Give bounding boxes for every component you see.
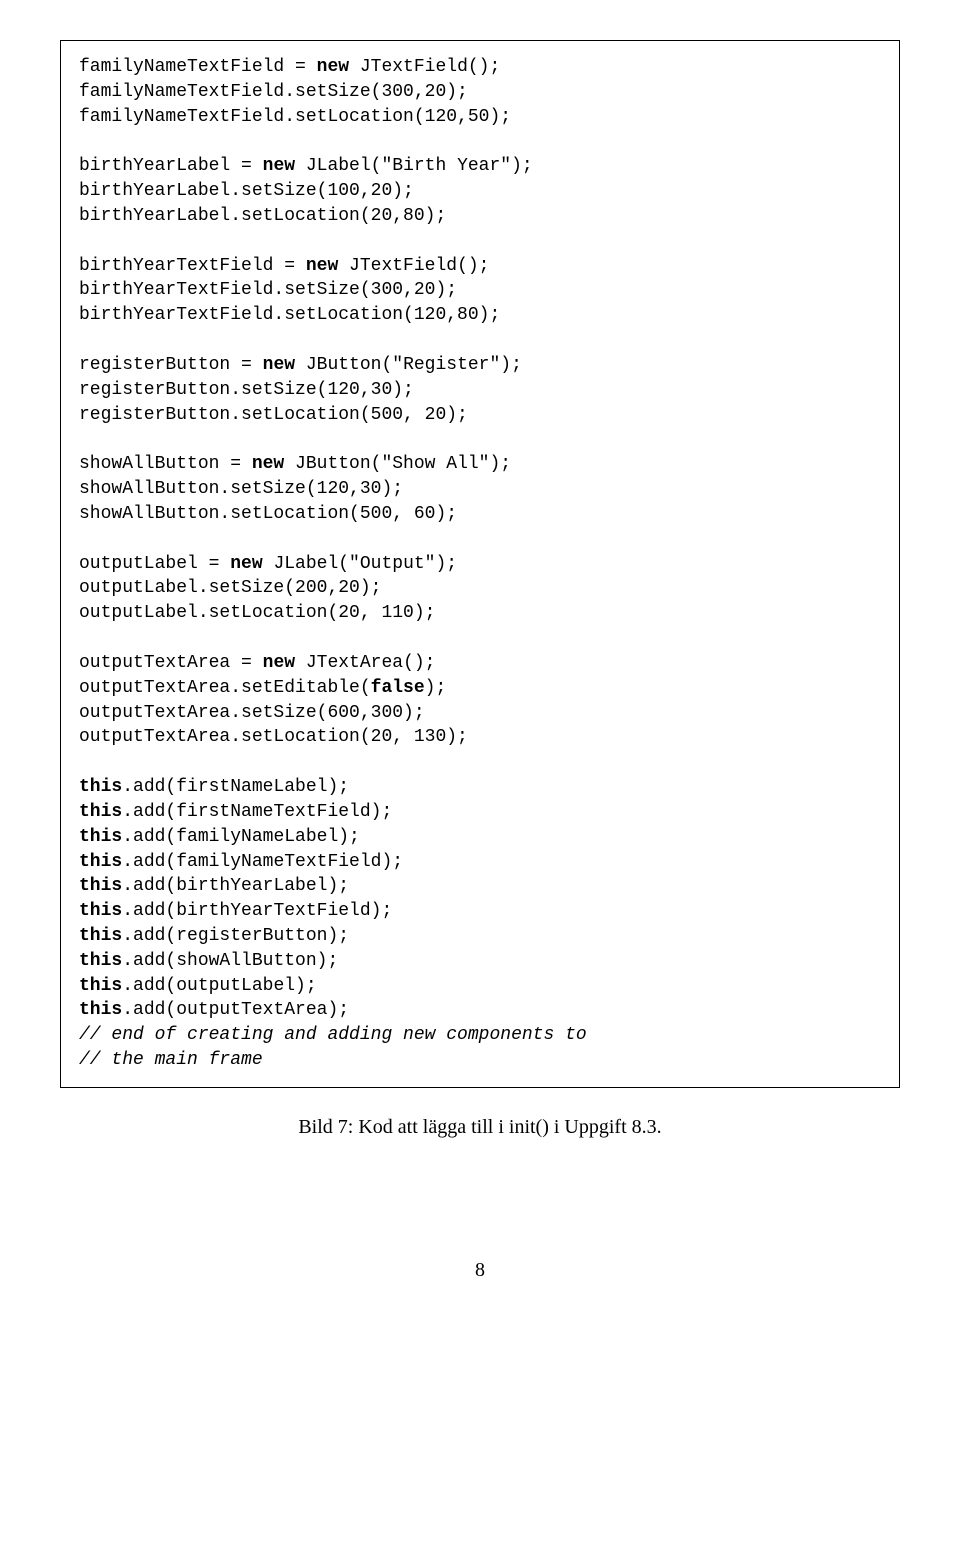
keyword-this: this — [79, 1000, 122, 1020]
figure-caption: Bild 7: Kod att lägga till i init() i Up… — [60, 1116, 900, 1139]
code-line: ); — [425, 678, 447, 698]
code-line: .add(familyNameTextField); — [122, 852, 403, 872]
code-line: showAllButton.setSize(120,30); — [79, 479, 403, 499]
keyword-this: this — [79, 901, 122, 921]
code-line: .add(registerButton); — [122, 926, 349, 946]
code-line: JTextField(); — [349, 57, 500, 77]
code-comment: // the main frame — [79, 1050, 263, 1070]
code-line: .add(outputLabel); — [122, 976, 316, 996]
code-line: familyNameTextField.setSize(300,20); — [79, 82, 468, 102]
code-line: registerButton = — [79, 355, 263, 375]
keyword-new: new — [263, 653, 295, 673]
code-line: JTextArea(); — [295, 653, 435, 673]
keyword-this: this — [79, 951, 122, 971]
code-line: birthYearTextField.setSize(300,20); — [79, 280, 457, 300]
keyword-new: new — [263, 156, 295, 176]
code-line: birthYearLabel.setSize(100,20); — [79, 181, 414, 201]
keyword-new: new — [306, 256, 338, 276]
code-listing: familyNameTextField = new JTextField(); … — [60, 40, 900, 1088]
code-line: .add(firstNameLabel); — [122, 777, 349, 797]
code-line: .add(birthYearLabel); — [122, 876, 349, 896]
keyword-this: this — [79, 876, 122, 896]
code-line: JLabel("Birth Year"); — [295, 156, 533, 176]
code-line: birthYearTextField.setLocation(120,80); — [79, 305, 500, 325]
code-line: outputLabel.setLocation(20, 110); — [79, 603, 435, 623]
code-line: showAllButton.setLocation(500, 60); — [79, 504, 457, 524]
keyword-this: this — [79, 802, 122, 822]
code-line: familyNameTextField.setLocation(120,50); — [79, 107, 511, 127]
code-line: familyNameTextField = — [79, 57, 317, 77]
keyword-new: new — [252, 454, 284, 474]
code-line: JButton("Show All"); — [284, 454, 511, 474]
keyword-new: new — [317, 57, 349, 77]
code-line: outputLabel.setSize(200,20); — [79, 578, 381, 598]
code-line: .add(firstNameTextField); — [122, 802, 392, 822]
code-line: registerButton.setLocation(500, 20); — [79, 405, 468, 425]
code-line: outputLabel = — [79, 554, 230, 574]
code-line: outputTextArea.setSize(600,300); — [79, 703, 425, 723]
code-line: birthYearTextField = — [79, 256, 306, 276]
code-line: birthYearLabel.setLocation(20,80); — [79, 206, 446, 226]
code-line: outputTextArea.setLocation(20, 130); — [79, 727, 468, 747]
keyword-this: this — [79, 827, 122, 847]
code-line: registerButton.setSize(120,30); — [79, 380, 414, 400]
keyword-this: this — [79, 926, 122, 946]
code-line: outputTextArea.setEditable( — [79, 678, 371, 698]
code-comment: // end of creating and adding new compon… — [79, 1025, 587, 1045]
keyword-new: new — [230, 554, 262, 574]
code-line: JTextField(); — [338, 256, 489, 276]
code-line: birthYearLabel = — [79, 156, 263, 176]
code-line: .add(outputTextArea); — [122, 1000, 349, 1020]
keyword-this: this — [79, 976, 122, 996]
code-line: .add(birthYearTextField); — [122, 901, 392, 921]
code-line: .add(showAllButton); — [122, 951, 338, 971]
code-line: JLabel("Output"); — [263, 554, 457, 574]
code-line: showAllButton = — [79, 454, 252, 474]
keyword-new: new — [263, 355, 295, 375]
keyword-this: this — [79, 777, 122, 797]
code-line: JButton("Register"); — [295, 355, 522, 375]
keyword-false: false — [371, 678, 425, 698]
page-number: 8 — [60, 1259, 900, 1282]
code-line: outputTextArea = — [79, 653, 263, 673]
code-line: .add(familyNameLabel); — [122, 827, 360, 847]
keyword-this: this — [79, 852, 122, 872]
